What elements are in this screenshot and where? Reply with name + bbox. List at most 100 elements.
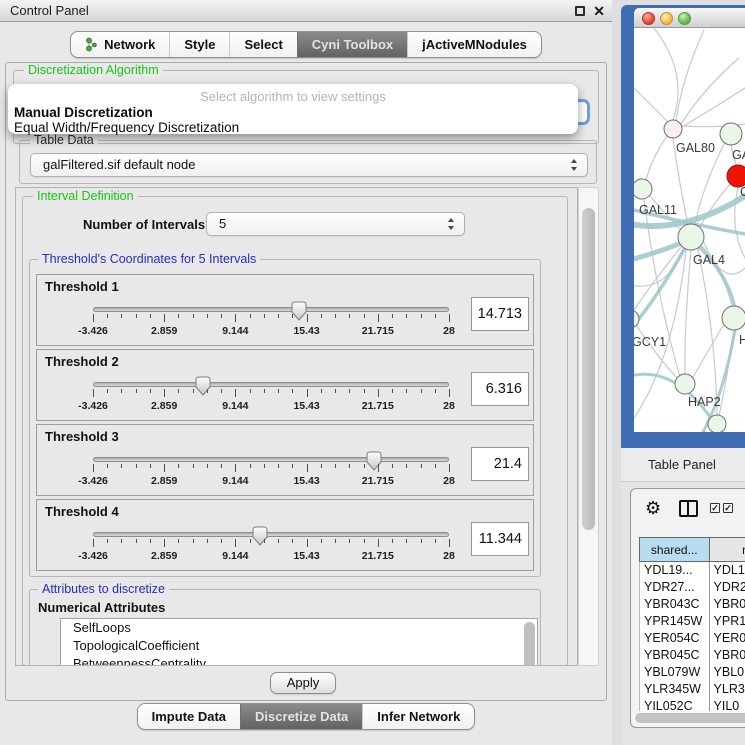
network-node[interactable] (720, 123, 742, 145)
tab-network[interactable]: Network (71, 32, 169, 57)
minimize-traffic-light-icon[interactable] (660, 12, 673, 25)
table-row[interactable]: YLR345WYLR3 (639, 681, 745, 698)
threshold-value-field[interactable]: 11.344 (471, 522, 529, 556)
table-cell: YPR145W (640, 613, 710, 630)
threshold-value-field[interactable]: 6.316 (471, 372, 529, 406)
tick-mark (292, 314, 293, 318)
tab-infer-network[interactable]: Infer Network (362, 704, 474, 729)
tab-impute-data[interactable]: Impute Data (138, 704, 240, 729)
slider-thumb[interactable] (252, 526, 268, 546)
slider-thumb[interactable] (195, 376, 211, 396)
network-window-titlebar[interactable] (634, 8, 745, 28)
tick-mark (250, 464, 251, 468)
table-row[interactable]: YER054CYER0 (639, 630, 745, 647)
popup-option-1[interactable]: Manual Discretization (14, 105, 153, 120)
node-table-container: ⚙ ✓ ✓ shared...na YDL19...YDL1YDR27...YD… (630, 488, 745, 728)
tick-mark (207, 464, 208, 468)
network-node[interactable] (634, 179, 652, 199)
float-window-icon[interactable] (575, 6, 585, 16)
slider-track[interactable] (93, 457, 449, 462)
panel-vertical-scrollbar[interactable] (578, 187, 599, 666)
table-column-header-1[interactable]: shared... (640, 538, 710, 561)
tab-discretize-data[interactable]: Discretize Data (240, 704, 362, 729)
threshold-slider[interactable]: -3.4262.8599.14415.4321.71528 (93, 451, 449, 495)
network-node[interactable] (664, 120, 682, 138)
table-row[interactable]: YPR145WYPR1 (639, 613, 745, 630)
table-row[interactable]: YDL19...YDL1 (639, 562, 745, 579)
slider-track[interactable] (93, 532, 449, 537)
tick-mark (378, 464, 379, 472)
network-node[interactable] (678, 224, 704, 250)
slider-thumb[interactable] (366, 451, 382, 471)
network-canvas[interactable]: GAL80GACGAL11GAL4GCY1HHAP2 (634, 28, 745, 432)
table-row[interactable]: YBR043CYBR0 (639, 596, 745, 613)
network-node[interactable] (708, 415, 726, 432)
zoom-traffic-light-icon[interactable] (678, 12, 691, 25)
checkbox-icon[interactable]: ✓ (723, 503, 733, 513)
list-item[interactable]: TopologicalCoefficient (61, 637, 537, 655)
cyni-toolbox-panel: Discretization Algorithm Table Data galF… (5, 62, 607, 701)
checkbox-icon[interactable]: ✓ (710, 503, 720, 513)
tab-label: Style (184, 37, 215, 52)
threshold-slider[interactable]: -3.4262.8599.14415.4321.71528 (93, 376, 449, 420)
tick-mark (207, 539, 208, 543)
close-traffic-light-icon[interactable] (642, 12, 655, 25)
tick-mark (221, 539, 222, 543)
list-item[interactable]: BetweennessCentrality (61, 655, 537, 666)
table-horizontal-scrollbar[interactable] (633, 711, 745, 725)
node-table: shared...na YDL19...YDL1YDR27...YDR2YBR0… (639, 537, 745, 715)
tick-mark (93, 389, 94, 397)
table-cell: YER054C (640, 630, 710, 647)
tab-label: Discretize Data (255, 709, 348, 724)
network-node[interactable] (722, 306, 745, 330)
table-row[interactable]: YBL079WYBL0 (639, 664, 745, 681)
control-panel-titlebar[interactable]: Control Panel ✕ (0, 0, 612, 22)
threshold-value-field[interactable]: 14.713 (471, 297, 529, 331)
tick-mark (449, 539, 450, 547)
list-vertical-scrollbar[interactable] (524, 622, 535, 666)
table-row[interactable]: YBR045CYBR0 (639, 647, 745, 664)
scrollbar-thumb[interactable] (582, 208, 595, 530)
network-node[interactable] (675, 374, 695, 394)
scale-label: -3.426 (78, 400, 108, 412)
tick-mark (221, 464, 222, 468)
popup-option-2[interactable]: Equal Width/Frequency Discretization (14, 120, 239, 135)
network-node[interactable] (634, 310, 639, 328)
network-edge (681, 58, 739, 124)
slider-track[interactable] (93, 382, 449, 387)
numerical-attributes-list[interactable]: SelfLoopsTopologicalCoefficientBetweenne… (60, 618, 538, 666)
threshold-slider[interactable]: -3.4262.8599.14415.4321.71528 (93, 301, 449, 345)
table-column-header-2[interactable]: na (710, 538, 745, 561)
columns-icon[interactable] (679, 500, 698, 517)
scrollbar-thumb[interactable] (635, 713, 745, 723)
tick-mark (93, 314, 94, 322)
network-graph[interactable]: GAL80GACGAL11GAL4GCY1HHAP2 (634, 28, 745, 432)
network-node[interactable] (727, 165, 745, 187)
tab-select[interactable]: Select (229, 32, 296, 57)
threshold-value-field[interactable]: 21.4 (471, 447, 529, 481)
table-cell: YBR045C (640, 647, 710, 664)
table-row[interactable]: YDR27...YDR2 (639, 579, 745, 596)
table-cell: YLR345W (640, 681, 710, 698)
table-panel-body: ⚙ ✓ ✓ shared...na YDL19...YDL1YDR27...YD… (621, 482, 745, 745)
number-of-intervals-combobox[interactable]: 5 (206, 212, 465, 236)
slider-track[interactable] (93, 307, 449, 312)
tick-mark (136, 464, 137, 468)
tab-cyni-toolbox[interactable]: Cyni Toolbox (297, 32, 407, 57)
close-icon[interactable]: ✕ (593, 1, 605, 21)
scale-label: 28 (443, 475, 455, 487)
tick-mark (392, 314, 393, 318)
apply-button[interactable]: Apply (270, 672, 336, 694)
tab-style[interactable]: Style (169, 32, 229, 57)
tick-mark (136, 539, 137, 543)
threshold-slider[interactable]: -3.4262.8599.14415.4321.71528 (93, 526, 449, 570)
scale-label: 2.859 (151, 400, 177, 412)
slider-thumb[interactable] (291, 301, 307, 321)
list-item[interactable]: SelfLoops (61, 619, 537, 637)
tab-jactivemnodules[interactable]: jActiveMNodules (407, 32, 541, 57)
tick-mark (193, 464, 194, 468)
table-data-combobox[interactable]: galFiltered.sif default node (30, 153, 588, 177)
threshold-value: 14.713 (472, 298, 528, 330)
gear-icon[interactable]: ⚙ (645, 498, 661, 518)
table-panel-titlebar[interactable]: Table Panel (621, 448, 745, 482)
